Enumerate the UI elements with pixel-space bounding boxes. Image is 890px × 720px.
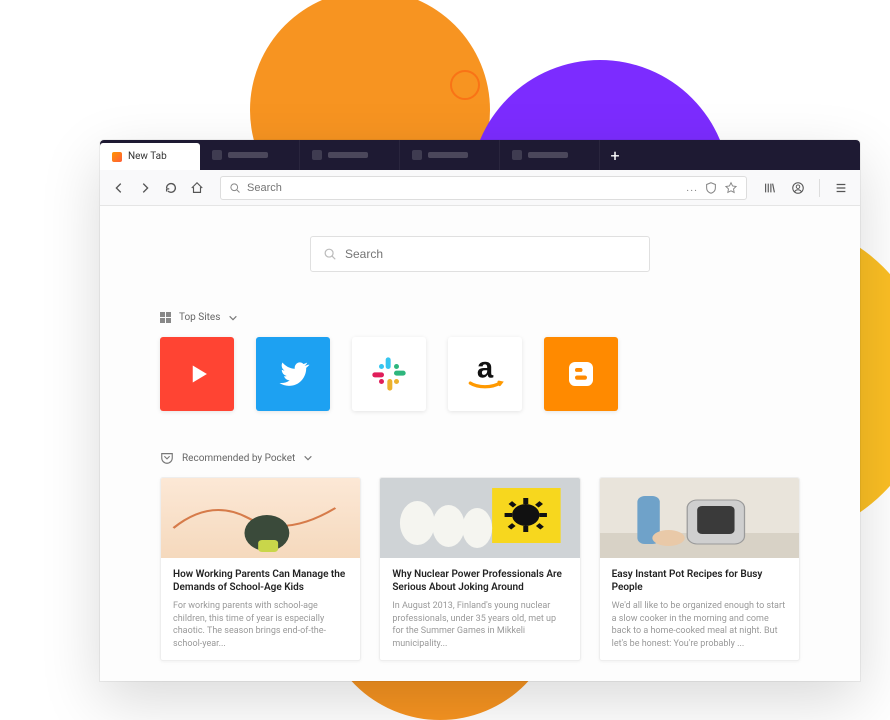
firefox-icon: [112, 152, 122, 162]
pocket-card-thumbnail: [380, 478, 579, 558]
search-icon: [323, 247, 337, 261]
tab-label-placeholder: [528, 152, 568, 158]
tab-label-placeholder: [228, 152, 268, 158]
chevron-down-icon: [303, 453, 313, 463]
content-search-box[interactable]: [310, 236, 650, 272]
youtube-icon: [180, 357, 214, 391]
browser-window: New Tab + ...: [100, 140, 860, 681]
toolbar-right: [759, 177, 852, 199]
tab-label-placeholder: [428, 152, 468, 158]
page-actions-menu[interactable]: ...: [686, 181, 698, 194]
hamburger-icon: [834, 181, 848, 195]
toolbar-divider: [819, 179, 820, 197]
new-tab-button[interactable]: +: [600, 140, 630, 170]
top-site-amazon[interactable]: a: [448, 337, 522, 411]
top-sites-label: Top Sites: [179, 312, 220, 323]
top-site-slack[interactable]: [352, 337, 426, 411]
tab-strip: New Tab +: [100, 140, 860, 170]
grid-icon: [160, 312, 171, 323]
tab-favicon-placeholder: [212, 150, 222, 160]
home-button[interactable]: [186, 177, 208, 199]
library-button[interactable]: [759, 177, 781, 199]
tab-inactive-3[interactable]: [400, 140, 500, 170]
toolbar: ...: [100, 170, 860, 206]
address-bar-actions: ...: [686, 181, 738, 195]
top-sites-header[interactable]: Top Sites: [160, 312, 800, 323]
chevron-down-icon: [228, 313, 238, 323]
tab-inactive-1[interactable]: [200, 140, 300, 170]
tab-inactive-4[interactable]: [500, 140, 600, 170]
home-icon: [190, 181, 204, 195]
svg-text:a: a: [477, 352, 494, 385]
tab-label: New Tab: [128, 151, 167, 162]
pocket-card-title: How Working Parents Can Manage the Deman…: [173, 568, 348, 594]
top-site-youtube[interactable]: [160, 337, 234, 411]
reload-button[interactable]: [160, 177, 182, 199]
pocket-card-3[interactable]: Easy Instant Pot Recipes for Busy People…: [599, 477, 800, 661]
back-button[interactable]: [108, 177, 130, 199]
top-site-twitter[interactable]: [256, 337, 330, 411]
tab-favicon-placeholder: [512, 150, 522, 160]
pocket-card-title: Why Nuclear Power Professionals Are Seri…: [392, 568, 567, 594]
forward-button[interactable]: [134, 177, 156, 199]
pocket-cards-row: How Working Parents Can Manage the Deman…: [160, 477, 800, 661]
top-site-blogger[interactable]: [544, 337, 618, 411]
pocket-card-1[interactable]: How Working Parents Can Manage the Deman…: [160, 477, 361, 661]
tab-active[interactable]: New Tab: [100, 143, 200, 170]
pocket-card-title: Easy Instant Pot Recipes for Busy People: [612, 568, 787, 594]
pocket-card-thumbnail: [161, 478, 360, 558]
reload-icon: [164, 181, 178, 195]
content-search-input[interactable]: [345, 247, 637, 261]
address-input[interactable]: [247, 182, 680, 194]
library-icon: [763, 181, 777, 195]
account-button[interactable]: [787, 177, 809, 199]
twitter-icon: [275, 356, 311, 392]
newtab-content: Top Sites: [100, 206, 860, 681]
pocket-card-excerpt: We'd all like to be organized enough to …: [612, 600, 787, 650]
tab-label-placeholder: [328, 152, 368, 158]
menu-button[interactable]: [830, 177, 852, 199]
bg-ring-orange: [450, 70, 480, 100]
pocket-label: Recommended by Pocket: [182, 453, 295, 464]
bookmark-star-icon[interactable]: [724, 181, 738, 195]
pocket-card-excerpt: In August 2013, Finland's young nuclear …: [392, 600, 567, 650]
search-icon: [229, 182, 241, 194]
pocket-icon: [160, 451, 174, 465]
arrow-left-icon: [112, 181, 126, 195]
pocket-card-2[interactable]: Why Nuclear Power Professionals Are Seri…: [379, 477, 580, 661]
blogger-icon: [563, 356, 599, 392]
tab-favicon-placeholder: [312, 150, 322, 160]
reader-shield-icon[interactable]: [704, 181, 718, 195]
slack-icon: [369, 354, 409, 394]
pocket-card-excerpt: For working parents with school-age chil…: [173, 600, 348, 650]
tab-favicon-placeholder: [412, 150, 422, 160]
tab-inactive-2[interactable]: [300, 140, 400, 170]
amazon-icon: a: [463, 352, 507, 396]
arrow-right-icon: [138, 181, 152, 195]
pocket-header[interactable]: Recommended by Pocket: [160, 451, 800, 465]
top-sites-row: a: [160, 337, 800, 411]
account-icon: [791, 181, 805, 195]
address-bar[interactable]: ...: [220, 176, 747, 200]
pocket-card-thumbnail: [600, 478, 799, 558]
